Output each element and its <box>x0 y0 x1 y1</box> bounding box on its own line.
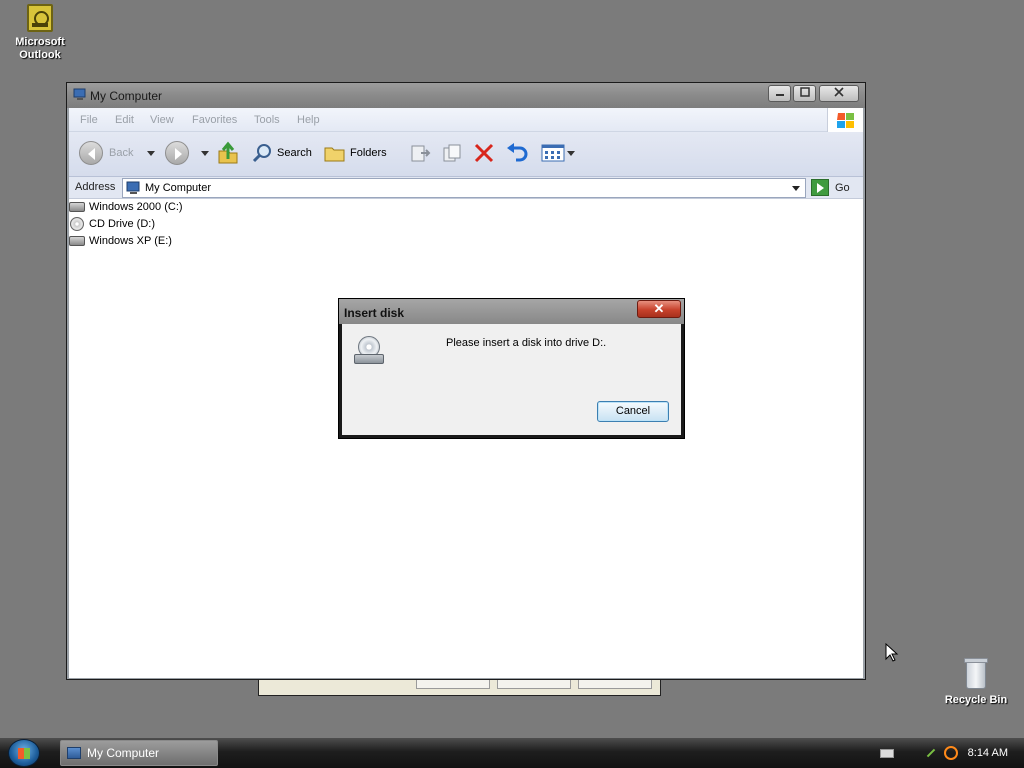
address-value: My Computer <box>145 182 212 194</box>
clock[interactable]: 8:14 AM <box>968 747 1008 759</box>
drive-label: Windows XP (E:) <box>89 235 172 247</box>
hard-drive-icon <box>69 202 85 212</box>
move-to-button[interactable] <box>409 140 431 166</box>
back-dropdown-icon[interactable] <box>147 150 156 156</box>
folders-label: Folders <box>350 147 387 159</box>
desktop-icon-recycle-bin[interactable]: Recycle Bin <box>936 658 1016 707</box>
views-button[interactable] <box>541 140 575 166</box>
my-computer-icon <box>73 88 86 100</box>
desktop-icon-label: Recycle Bin <box>944 694 1008 706</box>
dialog-close-button[interactable]: ✕ <box>637 300 681 318</box>
dialog-title: Insert disk <box>344 306 405 320</box>
copy-to-icon <box>443 144 461 162</box>
outlook-icon <box>27 4 53 32</box>
views-dropdown-icon[interactable] <box>567 150 575 156</box>
search-label: Search <box>277 147 312 159</box>
close-button[interactable] <box>819 85 859 102</box>
undo-icon <box>507 143 528 162</box>
menu-bar: File Edit View Favorites Tools Help <box>69 108 863 132</box>
keyboard-icon[interactable] <box>879 748 894 758</box>
menu-file[interactable]: File <box>80 114 98 126</box>
back-arrow-icon <box>79 141 103 165</box>
recycle-bin-icon <box>964 658 988 690</box>
list-item[interactable]: CD Drive (D:) <box>69 216 155 232</box>
insert-disk-dialog: Insert disk ✕ Please insert a disk into … <box>338 298 685 439</box>
search-button[interactable]: Search <box>251 140 312 166</box>
taskbar-item-my-computer[interactable]: My Computer <box>60 740 218 766</box>
dialog-body: Please insert a disk into drive D:. Canc… <box>342 324 681 435</box>
dialog-titlebar[interactable]: Insert disk ✕ <box>339 299 684 324</box>
close-icon: ✕ <box>653 301 665 316</box>
windows-logo-icon <box>827 108 863 132</box>
close-icon <box>834 87 844 97</box>
minimize-icon <box>775 94 784 96</box>
address-bar: Address My Computer Go <box>69 177 863 199</box>
drive-label: CD Drive (D:) <box>89 218 155 230</box>
folders-icon <box>324 147 345 162</box>
delete-button[interactable] <box>473 140 495 166</box>
back-button[interactable]: Back <box>79 140 156 166</box>
views-icon <box>541 144 565 162</box>
network-icon[interactable] <box>924 746 938 760</box>
start-button[interactable] <box>8 739 40 767</box>
drive-label: Windows 2000 (C:) <box>89 201 183 213</box>
cd-drive-icon <box>70 217 84 231</box>
menu-view[interactable]: View <box>150 114 174 126</box>
go-button[interactable]: Go <box>811 179 850 196</box>
address-dropdown-icon[interactable] <box>787 179 805 197</box>
copy-to-button[interactable] <box>441 140 465 166</box>
mouse-cursor-icon <box>885 643 899 662</box>
undo-button[interactable] <box>505 140 529 166</box>
delete-icon <box>474 143 494 163</box>
forward-button[interactable] <box>165 140 209 166</box>
menu-help[interactable]: Help <box>297 114 320 126</box>
toolbar: Back Search Folders <box>69 132 863 177</box>
hard-drive-icon <box>69 236 85 246</box>
address-field[interactable]: My Computer <box>122 178 806 198</box>
taskbar: My Computer 8:14 AM <box>0 738 1024 768</box>
search-icon[interactable] <box>943 746 958 760</box>
taskbar-item-label: My Computer <box>87 746 160 760</box>
my-computer-icon <box>67 747 81 759</box>
window-titlebar[interactable]: My Computer <box>67 83 865 108</box>
menu-favorites[interactable]: Favorites <box>192 114 237 126</box>
list-item[interactable]: Windows XP (E:) <box>69 233 172 249</box>
forward-dropdown-icon[interactable] <box>201 150 209 156</box>
cancel-button[interactable]: Cancel <box>597 401 669 422</box>
system-tray: 8:14 AM <box>879 738 1024 768</box>
move-to-icon <box>411 145 431 162</box>
up-folder-icon <box>218 141 238 164</box>
my-computer-icon <box>126 181 140 194</box>
minimize-button[interactable] <box>768 85 791 102</box>
desktop-icon-label: Microsoft Outlook <box>15 36 65 61</box>
window-title: My Computer <box>90 89 163 103</box>
cd-drive-icon <box>352 336 386 366</box>
go-label: Go <box>835 181 850 194</box>
menu-edit[interactable]: Edit <box>115 114 134 126</box>
dialog-message: Please insert a disk into drive D:. <box>446 337 607 349</box>
maximize-button[interactable] <box>793 85 816 102</box>
up-folder-button[interactable] <box>217 140 239 166</box>
address-label: Address <box>75 181 116 193</box>
desktop-icon-outlook[interactable]: Microsoft Outlook <box>0 4 80 62</box>
search-icon <box>252 144 271 163</box>
back-label: Back <box>109 147 134 159</box>
forward-arrow-icon <box>165 141 189 165</box>
maximize-icon <box>799 87 810 97</box>
folders-button[interactable]: Folders <box>324 140 387 166</box>
go-arrow-icon <box>811 179 829 196</box>
menu-tools[interactable]: Tools <box>254 114 280 126</box>
list-item[interactable]: Windows 2000 (C:) <box>69 199 183 215</box>
